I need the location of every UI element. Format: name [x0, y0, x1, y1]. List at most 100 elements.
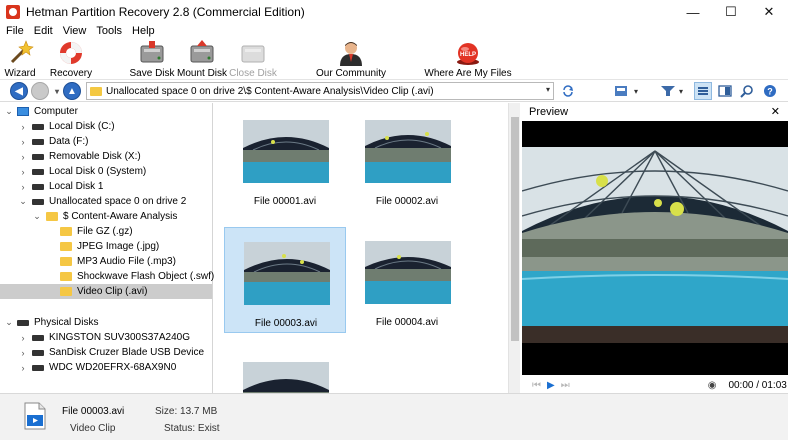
preview-close-icon[interactable]: ✕ — [771, 105, 780, 118]
save-disk-icon — [140, 41, 164, 63]
disk-icon — [32, 349, 44, 356]
menu-help[interactable]: Help — [132, 25, 155, 37]
refresh-icon[interactable] — [561, 82, 575, 100]
close-disk-button[interactable]: Close Disk — [229, 38, 277, 80]
folder-icon — [90, 86, 102, 96]
folder-icon — [60, 257, 72, 266]
chevron-down-icon[interactable]: ⌄ — [18, 196, 28, 207]
tree-label: Local Disk 0 (System) — [49, 166, 147, 177]
up-arrow-icon[interactable]: ▲ — [63, 82, 81, 100]
tree-item-kingston[interactable]: › KINGSTON SUV300S37A240G — [0, 330, 212, 345]
next-frame-icon[interactable]: ⏭ — [561, 380, 570, 391]
tree-item-computer[interactable]: ⌄ Computer — [0, 104, 212, 119]
scrollbar-thumb[interactable] — [511, 117, 519, 341]
chevron-down-icon[interactable]: ⌄ — [4, 106, 14, 117]
files-scrollbar[interactable] — [508, 103, 520, 393]
file-name: File 00003.avi — [254, 318, 318, 329]
disk-icon — [32, 138, 44, 145]
tree-item-wdc[interactable]: › WDC WD20EFRX-68AX9N0 — [0, 360, 212, 375]
file-thumbnail[interactable]: File 00002.avi — [346, 106, 468, 212]
search-icon[interactable] — [740, 82, 754, 100]
list-view-icon[interactable] — [694, 82, 712, 100]
mount-disk-label: Mount Disk — [177, 68, 228, 79]
where-are-my-files-button[interactable]: HELP Where Are My Files — [424, 38, 512, 80]
chevron-right-icon[interactable]: › — [18, 137, 28, 147]
video-thumbnail-image — [243, 362, 329, 393]
wizard-button[interactable]: Wizard — [2, 38, 38, 80]
wizard-label: Wizard — [4, 68, 36, 79]
svg-text:▾: ▾ — [679, 87, 683, 96]
disk-icon — [32, 168, 44, 175]
history-dropdown-icon[interactable]: ▾ — [52, 82, 62, 100]
tree-label: $ Content-Aware Analysis — [63, 211, 178, 222]
tree-item-removable-disk-x[interactable]: › Removable Disk (X:) — [0, 149, 212, 164]
chevron-right-icon[interactable]: › — [18, 363, 28, 373]
tree-item-local-disk-c[interactable]: › Local Disk (C:) — [0, 119, 212, 134]
disk-icon — [32, 183, 44, 190]
file-thumbnail[interactable] — [224, 348, 346, 393]
chevron-right-icon[interactable]: › — [18, 333, 28, 343]
tree-item-shockwave-flash[interactable]: Shockwave Flash Object (.swf) — [0, 269, 214, 284]
save-disk-button[interactable]: Save Disk — [130, 38, 175, 80]
file-thumbnail[interactable]: File 00001.avi — [224, 106, 346, 212]
menu-file[interactable]: File — [6, 25, 24, 37]
maximize-button[interactable]: ☐ — [712, 0, 750, 24]
chevron-right-icon[interactable]: › — [18, 152, 28, 162]
back-arrow-icon[interactable]: ◀ — [10, 82, 28, 100]
close-button[interactable]: ✕ — [750, 0, 788, 24]
mount-disk-button[interactable]: Mount Disk — [177, 38, 227, 80]
menu-view[interactable]: View — [63, 25, 87, 37]
preview-pane-icon[interactable] — [718, 82, 732, 100]
tree-item-local-disk-0[interactable]: › Local Disk 0 (System) — [0, 164, 212, 179]
tree-item-mp3-audio[interactable]: MP3 Audio File (.mp3) — [0, 254, 212, 269]
address-path-field[interactable]: Unallocated space 0 on drive 2\$ Content… — [86, 82, 554, 100]
play-icon[interactable]: ▶ — [547, 380, 555, 391]
tree-label: SanDisk Cruzer Blade USB Device — [49, 347, 205, 358]
disk-icon — [32, 198, 44, 205]
folder-tree: ⌄ Computer › Local Disk (C:) › Data (F:)… — [0, 103, 214, 393]
view-mode-icon[interactable]: ▾ — [614, 82, 638, 100]
recovery-button[interactable]: Recovery — [48, 38, 94, 80]
chevron-down-icon[interactable]: ⌄ — [32, 211, 42, 222]
forward-arrow-icon[interactable] — [31, 82, 49, 100]
disk-icon — [32, 334, 44, 341]
video-thumbnail-image — [243, 120, 329, 183]
chevron-right-icon[interactable]: › — [18, 167, 28, 177]
where-are-my-files-label: Where Are My Files — [424, 68, 512, 79]
title-bar: Hetman Partition Recovery 2.8 (Commercia… — [0, 0, 788, 24]
chevron-down-icon[interactable]: ⌄ — [4, 317, 14, 328]
our-community-button[interactable]: Our Community — [316, 38, 386, 80]
tree-item-local-disk-1[interactable]: › Local Disk 1 — [0, 179, 212, 194]
menu-tools[interactable]: Tools — [96, 25, 122, 37]
tree-item-sandisk[interactable]: › SanDisk Cruzer Blade USB Device — [0, 345, 212, 360]
previous-frame-icon[interactable]: ⏮ — [532, 380, 541, 391]
status-file-state: Status: Exist — [164, 423, 220, 434]
wizard-wand-icon — [10, 40, 34, 64]
tree-item-physical-disks[interactable]: ⌄ Physical Disks — [0, 315, 212, 330]
svg-text:HELP: HELP — [460, 52, 476, 58]
status-file-type: Video Clip — [70, 423, 116, 434]
volume-icon[interactable]: ◉ — [708, 380, 717, 391]
close-disk-icon — [241, 45, 265, 63]
tree-item-file-gz[interactable]: File GZ (.gz) — [0, 224, 212, 239]
file-thumbnail[interactable]: File 00004.avi — [346, 227, 468, 333]
menu-edit[interactable]: Edit — [34, 25, 53, 37]
filter-icon[interactable]: ▾ — [660, 82, 686, 100]
chevron-right-icon[interactable]: › — [18, 348, 28, 358]
help-icon[interactable]: ? — [763, 82, 777, 100]
tree-label: KINGSTON SUV300S37A240G — [49, 332, 190, 343]
tree-item-data-f[interactable]: › Data (F:) — [0, 134, 212, 149]
address-path: Unallocated space 0 on drive 2\$ Content… — [106, 85, 434, 97]
chevron-right-icon[interactable]: › — [18, 182, 28, 192]
status-file-size: Size: 13.7 MB — [155, 406, 218, 417]
tree-item-unallocated-space[interactable]: ⌄ Unallocated space 0 on drive 2 — [0, 194, 212, 209]
tree-item-content-aware-analysis[interactable]: ⌄ $ Content-Aware Analysis — [0, 209, 212, 224]
tree-item-video-clip[interactable]: Video Clip (.avi) — [0, 284, 212, 299]
address-dropdown-icon[interactable]: ▾ — [546, 85, 550, 94]
chevron-right-icon[interactable]: › — [18, 122, 28, 132]
file-thumbnail[interactable]: File 00003.avi — [224, 227, 346, 333]
svg-text:?: ? — [767, 87, 773, 97]
minimize-button[interactable]: — — [674, 0, 712, 24]
tree-item-jpeg-image[interactable]: JPEG Image (.jpg) — [0, 239, 212, 254]
disk-icon — [32, 153, 44, 160]
